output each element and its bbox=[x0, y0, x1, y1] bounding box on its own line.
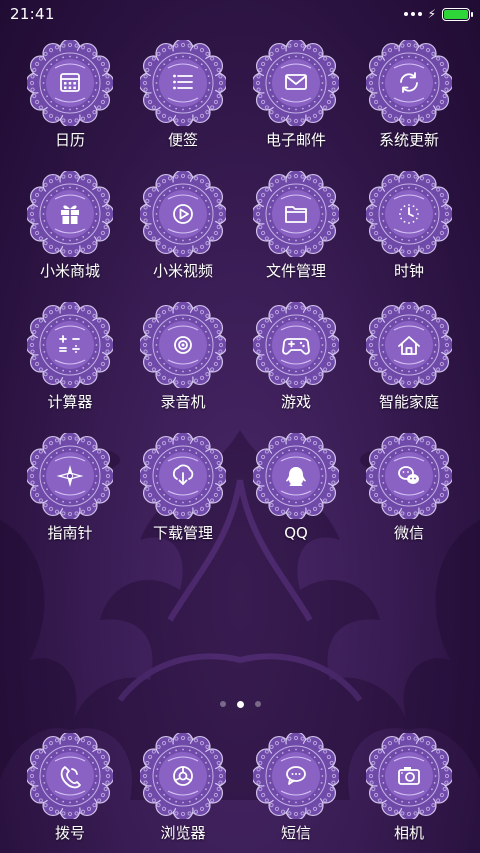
app-home[interactable]: 智能家庭 bbox=[354, 300, 464, 412]
app-label: 电子邮件 bbox=[265, 131, 326, 149]
app-download[interactable]: 下载管理 bbox=[128, 431, 238, 543]
home-icon[interactable] bbox=[364, 300, 454, 390]
battery-level-fill bbox=[444, 9, 468, 19]
message-icon[interactable] bbox=[251, 731, 341, 821]
folder-icon[interactable] bbox=[251, 169, 341, 259]
app-label: QQ bbox=[284, 524, 308, 542]
app-label: 小米视频 bbox=[152, 262, 213, 280]
status-icons: ⚡ bbox=[403, 7, 473, 21]
gamepad-icon[interactable] bbox=[251, 300, 341, 390]
app-play[interactable]: 小米视频 bbox=[128, 169, 238, 281]
app-label: 日历 bbox=[54, 131, 85, 149]
app-row: 日历 便签 电子邮件 系统更新 bbox=[0, 38, 480, 160]
battery-icon bbox=[442, 7, 473, 21]
status-bar: 21:41 ⚡ bbox=[0, 0, 480, 28]
play-icon[interactable] bbox=[138, 169, 228, 259]
app-message[interactable]: 短信 bbox=[241, 731, 351, 843]
app-calendar[interactable]: 日历 bbox=[15, 38, 125, 150]
app-label: 计算器 bbox=[47, 393, 93, 411]
app-label: 拨号 bbox=[54, 824, 85, 842]
app-qq[interactable]: QQ bbox=[241, 431, 351, 543]
app-calculator[interactable]: 计算器 bbox=[15, 300, 125, 412]
app-label: 浏览器 bbox=[160, 824, 206, 842]
record-icon[interactable] bbox=[138, 300, 228, 390]
app-wechat[interactable]: 微信 bbox=[354, 431, 464, 543]
qq-icon[interactable] bbox=[251, 431, 341, 521]
app-row: 小米商城 小米视频 文件管理 时钟 bbox=[0, 169, 480, 291]
app-label: 便签 bbox=[167, 131, 198, 149]
browser-icon[interactable] bbox=[138, 731, 228, 821]
page-dot[interactable] bbox=[236, 700, 244, 708]
gift-icon[interactable] bbox=[25, 169, 115, 259]
app-record[interactable]: 录音机 bbox=[128, 300, 238, 412]
app-label: 小米商城 bbox=[39, 262, 100, 280]
app-folder[interactable]: 文件管理 bbox=[241, 169, 351, 281]
clock-icon[interactable] bbox=[364, 169, 454, 259]
app-notes[interactable]: 便签 bbox=[128, 38, 238, 150]
status-time: 21:41 bbox=[10, 5, 55, 23]
mail-icon[interactable] bbox=[251, 38, 341, 128]
app-row: 指南针 下载管理 QQ 微信 bbox=[0, 431, 480, 553]
compass-icon[interactable] bbox=[25, 431, 115, 521]
calculator-icon[interactable] bbox=[25, 300, 115, 390]
app-gamepad[interactable]: 游戏 bbox=[241, 300, 351, 412]
app-clock[interactable]: 时钟 bbox=[354, 169, 464, 281]
app-gift[interactable]: 小米商城 bbox=[15, 169, 125, 281]
app-label: 录音机 bbox=[160, 393, 206, 411]
app-phone[interactable]: 拨号 bbox=[15, 731, 125, 843]
calendar-icon[interactable] bbox=[25, 38, 115, 128]
phone-icon[interactable] bbox=[25, 731, 115, 821]
app-label: 相机 bbox=[393, 824, 424, 842]
wechat-icon[interactable] bbox=[364, 431, 454, 521]
notes-icon[interactable] bbox=[138, 38, 228, 128]
app-label: 时钟 bbox=[393, 262, 424, 280]
app-label: 短信 bbox=[280, 824, 311, 842]
camera-icon[interactable] bbox=[364, 731, 454, 821]
app-camera[interactable]: 相机 bbox=[354, 731, 464, 843]
app-label: 智能家庭 bbox=[378, 393, 439, 411]
download-icon[interactable] bbox=[138, 431, 228, 521]
update-icon[interactable] bbox=[364, 38, 454, 128]
app-label: 微信 bbox=[393, 524, 424, 542]
page-dot[interactable] bbox=[254, 701, 261, 707]
app-row: 计算器 录音机 游戏 智能家庭 bbox=[0, 300, 480, 422]
app-label: 文件管理 bbox=[265, 262, 326, 280]
app-label: 游戏 bbox=[280, 393, 311, 411]
charging-icon: ⚡ bbox=[427, 7, 436, 21]
page-indicator[interactable] bbox=[0, 700, 480, 708]
app-compass[interactable]: 指南针 bbox=[15, 431, 125, 543]
page-dot[interactable] bbox=[219, 701, 226, 707]
app-update[interactable]: 系统更新 bbox=[354, 38, 464, 150]
app-label: 系统更新 bbox=[378, 131, 439, 149]
app-mail[interactable]: 电子邮件 bbox=[241, 38, 351, 150]
app-label: 下载管理 bbox=[152, 524, 213, 542]
app-label: 指南针 bbox=[47, 524, 93, 542]
app-browser[interactable]: 浏览器 bbox=[128, 731, 238, 843]
dock: 拨号 浏览器 短信 相机 bbox=[0, 731, 480, 853]
more-notifications-icon bbox=[403, 12, 422, 16]
